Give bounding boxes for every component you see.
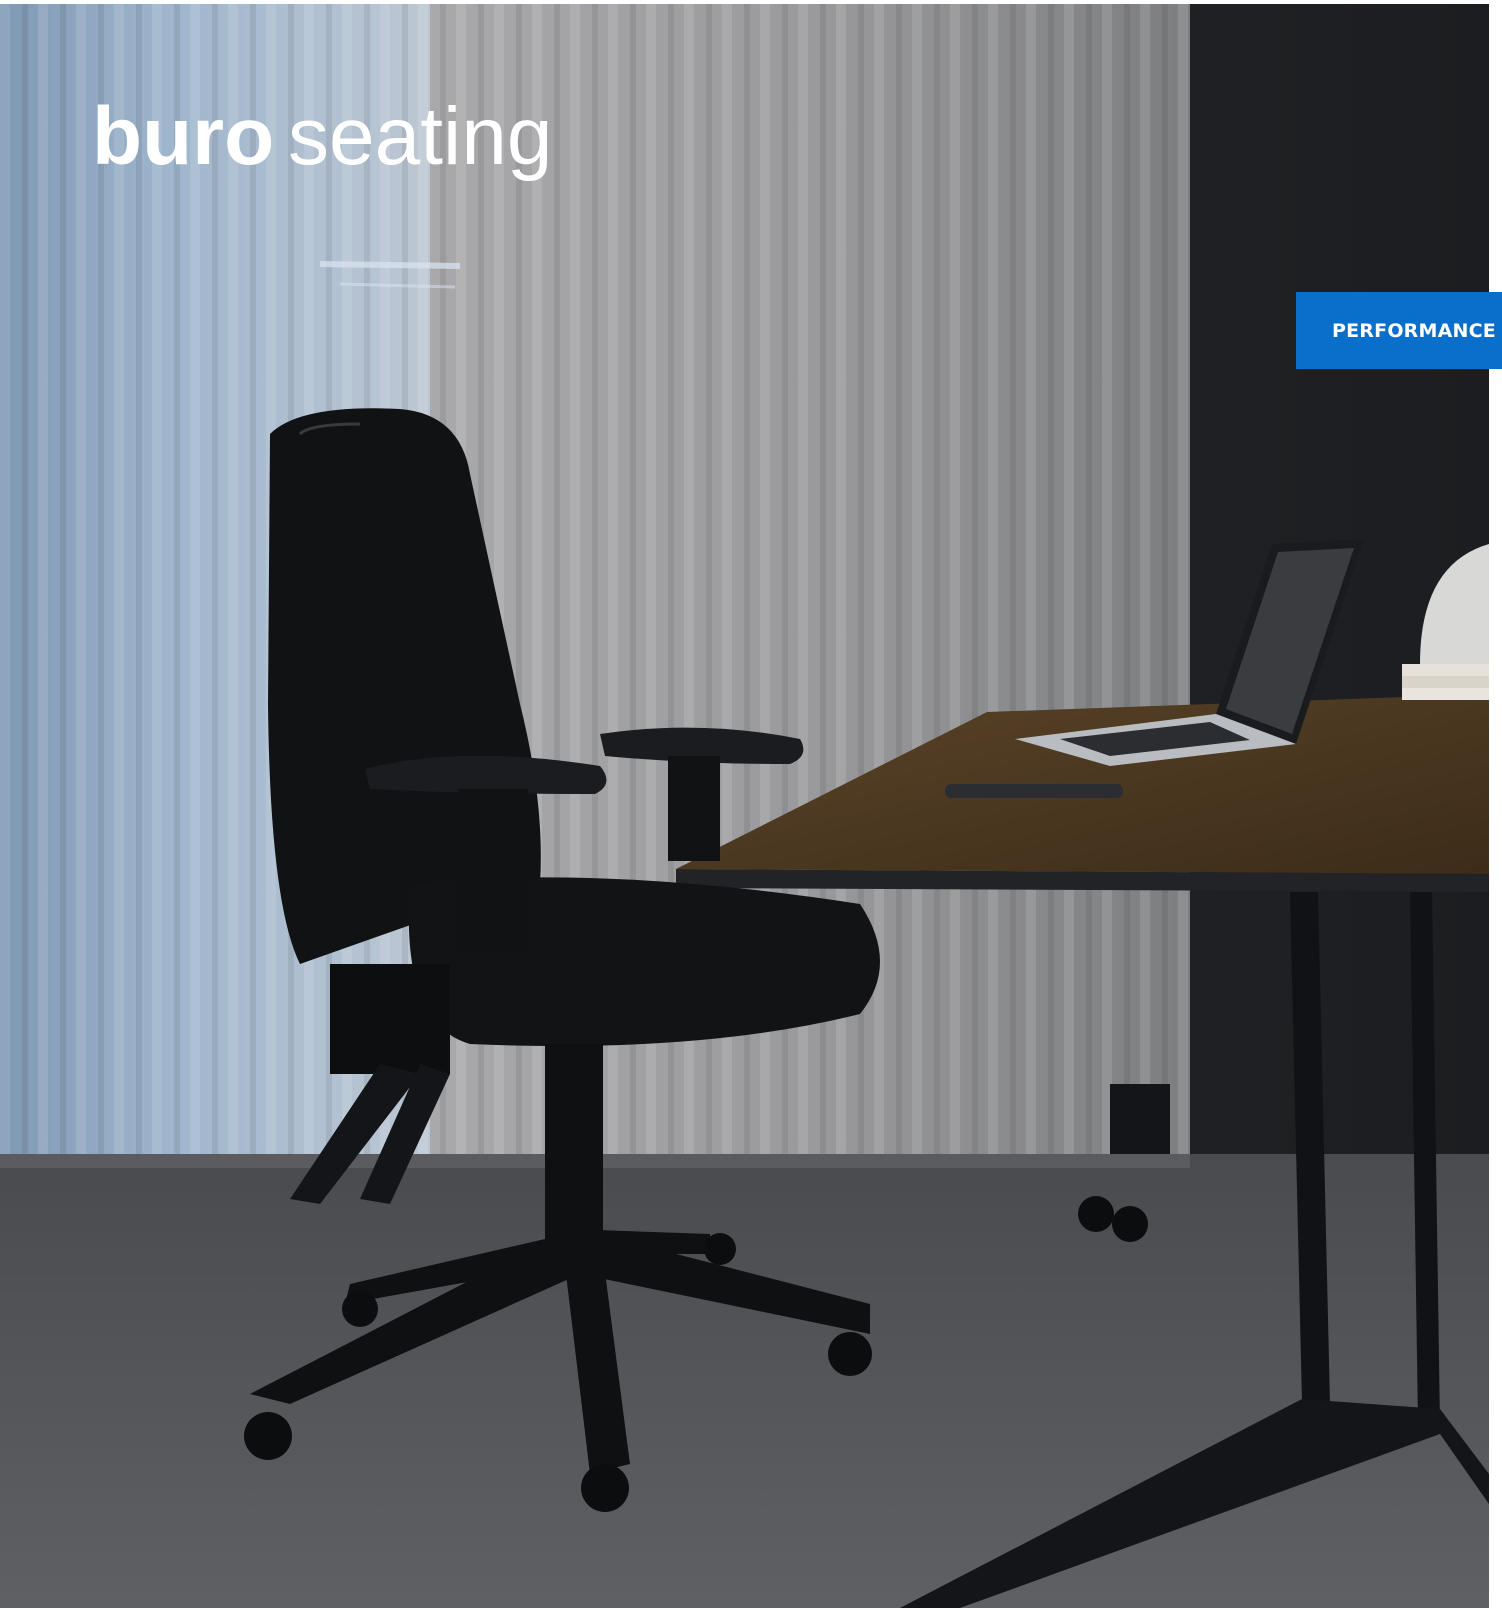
brand-logo[interactable]: buro seating — [92, 86, 572, 186]
hero-photo — [0, 4, 1489, 1608]
logo-text-bold: buro — [92, 91, 274, 182]
tab-performance[interactable]: PERFORMANCE — [1296, 292, 1502, 369]
tab-performance-label: PERFORMANCE — [1332, 319, 1496, 342]
logo-text-light: seating — [288, 91, 552, 182]
